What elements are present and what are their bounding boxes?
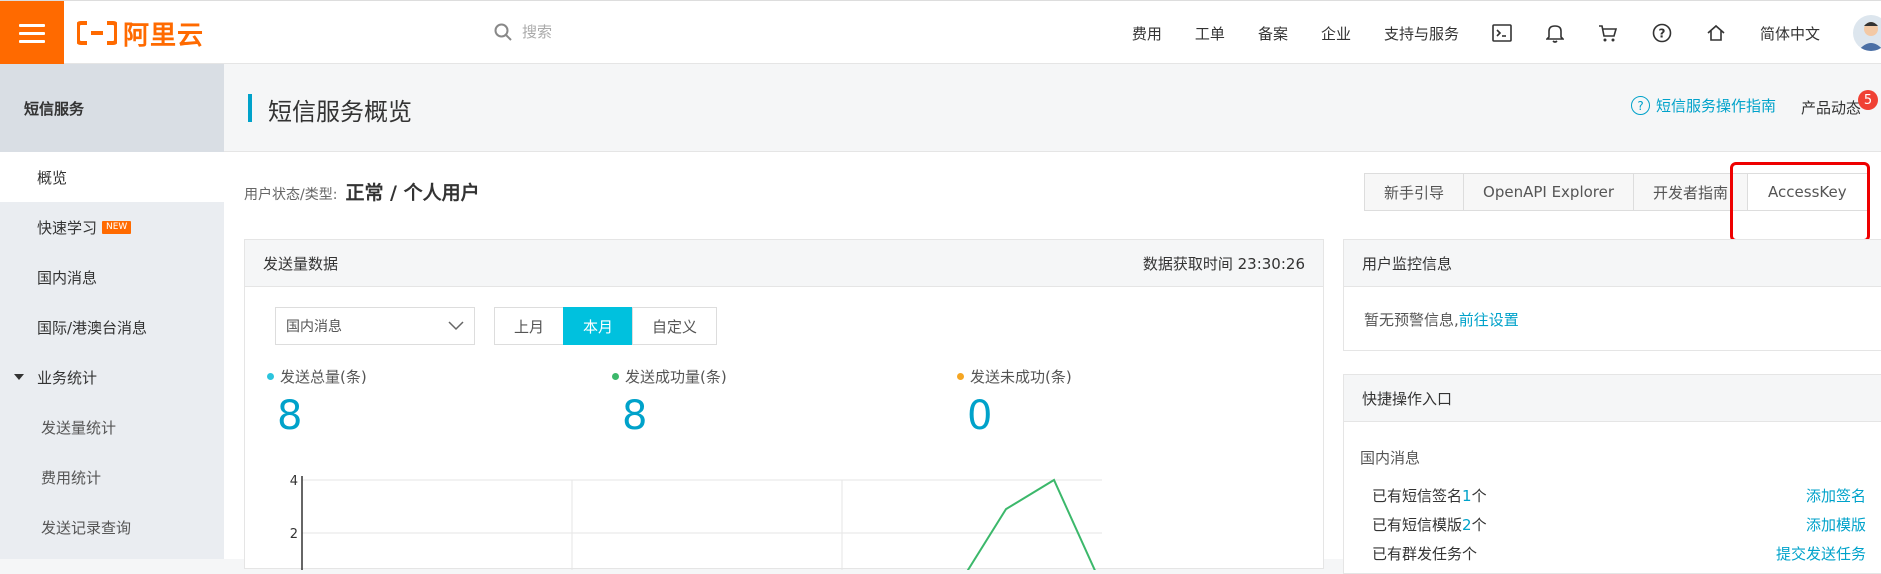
menu-icon-line [19,39,45,43]
quick-ops-panel-header: 快捷操作入口 [1344,375,1881,422]
chart-y-tick-label: 4 [290,474,298,489]
caret-down-icon [14,374,24,380]
nav-fee[interactable]: 费用 [1132,23,1162,44]
aliyun-logo-icon [77,21,117,45]
monitor-panel-header: 用户监控信息 [1344,240,1881,287]
sidebar-item-domestic[interactable]: 国内消息 [0,252,224,302]
news-count-badge: 5 [1858,90,1878,110]
quick-section-title: 国内消息 [1360,449,1421,467]
sidebar: 短信服务 概览 快速学习 NEW 国内消息 国际/港澳台消息 业务统计 发送量统… [0,64,224,559]
svg-text:?: ? [1659,27,1666,41]
user-status: 用户状态/类型: 正常 / 个人用户 [244,178,480,205]
top-nav: 费用 工单 备案 企业 支持与服务 ? 简体中文 [1132,1,1881,65]
panel-title: 快捷操作入口 [1362,389,1453,408]
nav-icp[interactable]: 备案 [1258,23,1288,44]
sidebar-item-quick-learn[interactable]: 快速学习 NEW [0,202,224,252]
content-area: 用户状态/类型: 正常 / 个人用户 新手引导 OpenAPI Explorer… [224,152,1881,574]
sidebar-item-overview[interactable]: 概览 [0,152,224,202]
menu-icon-line [19,23,45,27]
guide-link-label: 短信服务操作指南 [1656,97,1777,115]
sidebar-item-send-stats[interactable]: 发送量统计 [0,402,224,452]
page-title: 短信服务概览 [268,98,412,126]
help-icon[interactable]: ? [1652,23,1672,43]
sidebar-item-label: 国际/港澳台消息 [37,318,148,337]
nav-enterprise[interactable]: 企业 [1321,23,1351,44]
quick-row-task: 已有群发任务个 提交发送任务 [1372,543,1866,564]
title-accent-bar [248,94,252,122]
sidebar-item-label: 业务统计 [37,368,98,387]
quick-row-sign: 已有短信签名1个 添加签名 [1372,485,1866,506]
highlight-box [1730,162,1870,242]
monitor-info: 暂无预警信息,前往设置 [1344,287,1881,352]
sidebar-item-label: 概览 [37,168,68,187]
search-placeholder: 搜索 [522,23,553,41]
beginner-guide-button[interactable]: 新手引导 [1364,173,1465,211]
sidebar-title: 短信服务 [0,64,224,152]
main-area: 短信服务概览 ? 短信服务操作指南 产品动态 5 用户状态/类型: 正常 / 个… [224,64,1881,574]
nav-ticket[interactable]: 工单 [1195,23,1225,44]
sidebar-item-label: 发送记录查询 [41,518,132,537]
go-settings-link[interactable]: 前往设置 [1459,311,1519,329]
chart-series-line [966,478,1096,570]
guide-link[interactable]: ? 短信服务操作指南 [1631,95,1776,116]
quick-row-template: 已有短信模版2个 添加模版 [1372,514,1866,535]
page-header: 短信服务概览 ? 短信服务操作指南 产品动态 5 [224,64,1881,152]
submit-task-link[interactable]: 提交发送任务 [1776,543,1866,564]
monitor-text: 暂无预警信息, [1364,311,1459,329]
search-icon [494,23,512,41]
product-news-link[interactable]: 产品动态 [1801,97,1861,118]
sidebar-group-statistics[interactable]: 业务统计 [0,352,224,402]
sidebar-item-international[interactable]: 国际/港澳台消息 [0,302,224,352]
sidebar-item-label: 发送量统计 [41,418,117,437]
sidebar-item-label: 快速学习 [37,218,98,237]
question-icon: ? [1631,96,1650,115]
menu-button[interactable] [0,1,64,65]
nav-support[interactable]: 支持与服务 [1384,23,1459,44]
top-bar: 阿里云 搜索 费用 工单 备案 企业 支持与服务 ? 简体中文 [0,0,1881,65]
send-volume-chart: 42 [290,474,1102,570]
add-template-link[interactable]: 添加模版 [1806,514,1866,535]
send-volume-panel: 发送量数据 数据获取时间 23:30:26 国内消息 上月 本月 自定义 发送总… [244,239,1324,570]
home-icon[interactable] [1706,23,1726,43]
status-label: 用户状态/类型: [244,187,338,203]
add-sign-link[interactable]: 添加签名 [1806,485,1866,506]
chart-y-tick-label: 2 [290,527,298,542]
sidebar-item-send-records[interactable]: 发送记录查询 [0,502,224,552]
bell-icon[interactable] [1545,23,1564,43]
sidebar-item-fee-stats[interactable]: 费用统计 [0,452,224,502]
logo-text: 阿里云 [123,20,205,51]
cart-icon[interactable] [1598,23,1618,43]
openapi-explorer-button[interactable]: OpenAPI Explorer [1463,173,1635,211]
sidebar-item-label: 国内消息 [37,268,98,287]
new-badge: NEW [102,220,132,234]
monitor-panel: 用户监控信息 暂无预警信息,前往设置 [1343,239,1881,351]
quick-ops-panel: 快捷操作入口 国内消息 已有短信签名1个 添加签名 已有短信模版2个 添加模版 … [1343,374,1881,574]
menu-icon-line [19,31,45,35]
status-value: 正常 / 个人用户 [345,182,480,204]
panel-title: 用户监控信息 [1362,254,1453,273]
aliyun-logo[interactable]: 阿里云 [77,17,205,51]
search-box[interactable]: 搜索 [494,21,552,42]
sidebar-item-label: 费用统计 [41,468,102,487]
language-switch[interactable]: 简体中文 [1760,23,1820,44]
user-avatar[interactable] [1853,15,1881,51]
terminal-icon[interactable] [1492,24,1512,42]
